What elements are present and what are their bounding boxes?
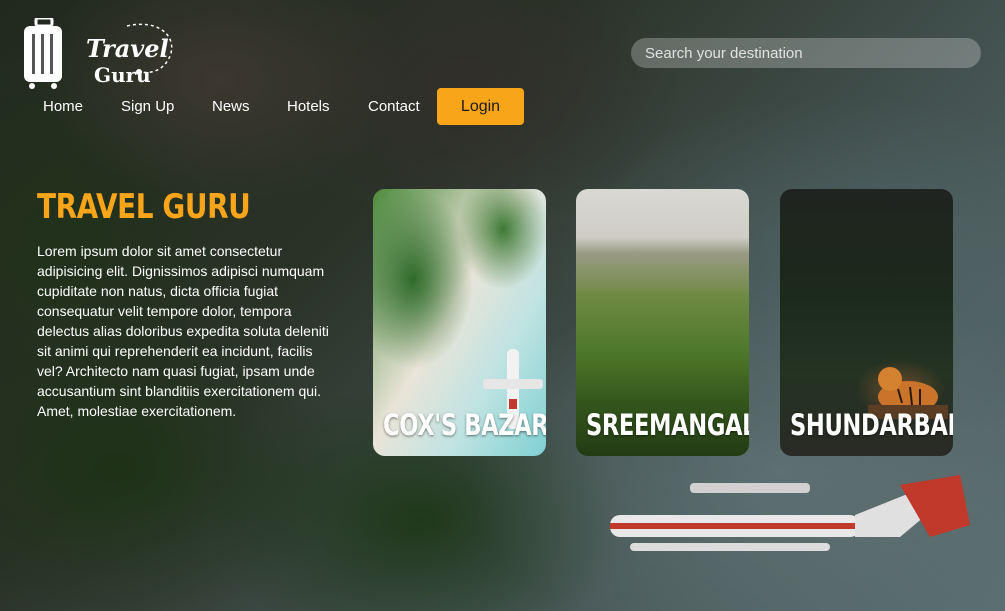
nav-hotels[interactable]: Hotels <box>287 98 330 115</box>
destination-card-sreemangal[interactable]: SREEMANGAL <box>576 189 749 456</box>
search-input[interactable] <box>631 38 981 68</box>
login-button[interactable]: Login <box>437 88 524 125</box>
card-label: SHUNDARBAN <box>790 408 953 442</box>
seaplane-illustration <box>610 475 970 551</box>
flight-path-icon <box>126 23 173 75</box>
destination-card-coxs-bazar[interactable]: COX'S BAZAR <box>373 189 546 456</box>
nav-contact[interactable]: Contact <box>368 98 420 115</box>
hero-title: TRAVEL GURU <box>37 187 251 227</box>
destination-card-shundarban[interactable]: SHUNDARBAN <box>780 189 953 456</box>
luggage-icon <box>24 18 62 89</box>
card-label: COX'S BAZAR <box>383 408 546 442</box>
nav-sign-up[interactable]: Sign Up <box>121 98 174 115</box>
hero-description: Lorem ipsum dolor sit amet consectetur a… <box>37 243 329 419</box>
travel-guru-logo[interactable]: Travel Guru <box>22 16 182 90</box>
nav-news[interactable]: News <box>212 98 250 115</box>
nav-home[interactable]: Home <box>43 98 83 115</box>
card-label: SREEMANGAL <box>586 408 749 442</box>
